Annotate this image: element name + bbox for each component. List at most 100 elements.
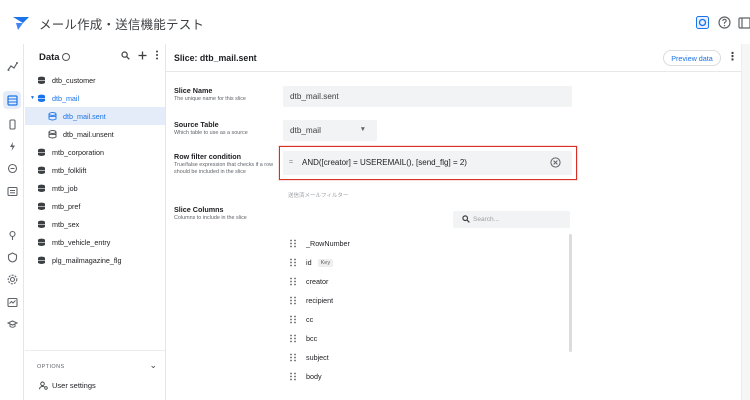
slice-name-description: The unique name for this slice (174, 96, 246, 102)
table-icon[interactable] (3, 91, 21, 109)
column-row[interactable]: cc (283, 310, 568, 329)
tree-item-label: mtb_job (52, 183, 78, 193)
drag-handle-icon[interactable] (289, 258, 297, 267)
tree-item-mtb-job[interactable]: mtb_job (25, 179, 165, 197)
action-icon[interactable] (3, 159, 21, 177)
column-name: creator (306, 277, 329, 286)
column-name: recipient (306, 296, 334, 305)
drag-handle-icon[interactable] (289, 372, 297, 381)
tree-item-label: mtb_folklift (52, 165, 87, 175)
appsheet-logo-icon[interactable] (12, 14, 30, 32)
slice-columns-list: _RowNumber id Key creator recipient cc b… (283, 234, 573, 400)
user-settings-icon (39, 381, 48, 390)
settings-icon[interactable] (3, 270, 21, 288)
slice-title: Slice: dtb_mail.sent (174, 53, 257, 63)
chevron-down-icon[interactable]: ⌄ (149, 360, 157, 371)
database-icon (38, 202, 45, 210)
tree-item-mtb-vehicle-entry[interactable]: mtb_vehicle_entry (25, 233, 165, 251)
source-table-select[interactable]: dtb_mail ▼ (283, 120, 377, 141)
app-window: メール作成・送信機能テスト Data dtb_customer ▼ dtb_ma… (0, 0, 750, 400)
database-icon (37, 94, 45, 102)
device-icon[interactable] (3, 115, 21, 133)
search-placeholder: Search... (473, 216, 500, 223)
editor-scrollbar[interactable] (741, 44, 750, 400)
top-bar: メール作成・送信機能テスト (0, 0, 750, 44)
slice-columns-label: Slice Columns (174, 205, 224, 214)
row-filter-highlight: = AND([creator] = USEREMAIL(), [send_flg… (279, 146, 577, 180)
info-icon[interactable] (61, 53, 70, 61)
user-settings-link[interactable]: User settings (39, 381, 96, 390)
tree-item-dtb-customer[interactable]: dtb_customer (25, 71, 165, 89)
column-row[interactable]: body (283, 367, 568, 386)
slice-name-label: Slice Name (174, 86, 213, 95)
help-icon[interactable] (715, 13, 733, 31)
column-name: id (306, 258, 312, 267)
expand-arrow-icon[interactable]: ▼ (30, 95, 35, 101)
dropdown-arrow-icon: ▼ (359, 126, 366, 133)
row-filter-label: Row filter condition (174, 152, 242, 161)
security-icon[interactable] (3, 226, 21, 244)
integrations-icon[interactable] (3, 248, 21, 266)
column-row[interactable]: recipient (283, 291, 568, 310)
options-label: OPTIONS (37, 364, 65, 370)
drag-handle-icon[interactable] (289, 296, 297, 305)
tree-item-mtb-sex[interactable]: mtb_sex (25, 215, 165, 233)
tree-item-mtb-corporation[interactable]: mtb_corporation (25, 143, 165, 161)
learn-icon[interactable] (3, 315, 21, 333)
drag-handle-icon[interactable] (289, 239, 297, 248)
drag-handle-icon[interactable] (289, 315, 297, 324)
tree-item-label: plg_mailmagazine_flg (52, 255, 122, 265)
preview-icon[interactable] (693, 13, 711, 31)
search-icon (462, 215, 470, 223)
clear-expression-icon[interactable] (550, 157, 561, 168)
tree-item-label: mtb_sex (52, 219, 80, 229)
column-row[interactable]: creator (283, 272, 568, 291)
data-panel-footer: OPTIONS ⌄ User settings (25, 350, 165, 400)
column-row[interactable]: _RowNumber (283, 234, 568, 253)
database-icon (38, 238, 45, 246)
preview-data-button[interactable]: Preview data (663, 50, 721, 66)
monitor-icon[interactable] (3, 293, 21, 311)
more-vert-icon[interactable]: ⋮ (727, 51, 738, 65)
column-row[interactable]: subject (283, 348, 568, 367)
columns-search-input[interactable]: Search... (453, 211, 570, 228)
column-name: subject (306, 353, 329, 362)
tree-item-dtb-mail-unsent[interactable]: dtb_mail.unsent (25, 125, 165, 143)
column-name: bcc (306, 334, 318, 343)
views-icon[interactable] (3, 182, 21, 200)
tree-item-label: mtb_vehicle_entry (52, 237, 111, 247)
tree-item-dtb-mail-sent[interactable]: dtb_mail.sent (25, 107, 165, 125)
row-filter-description: True/false expression that checks if a r… (174, 162, 273, 176)
drag-handle-icon[interactable] (289, 334, 297, 343)
data-icon[interactable] (3, 57, 21, 75)
tree-item-mtb-pref[interactable]: mtb_pref (25, 197, 165, 215)
data-panel: Data dtb_customer ▼ dtb_mail dtb_mail.se… (25, 44, 166, 400)
row-filter-hint: 送信済メールフィルター (288, 193, 349, 199)
left-nav-rail (0, 44, 24, 400)
tree-item-dtb-mail[interactable]: ▼ dtb_mail (25, 89, 165, 107)
source-table-value: dtb_mail (290, 126, 321, 135)
slice-icon (48, 129, 57, 138)
app-title: メール作成・送信機能テスト (39, 18, 205, 32)
automation-icon[interactable] (3, 137, 21, 155)
column-row[interactable]: bcc (283, 329, 568, 348)
search-icon[interactable] (121, 50, 130, 60)
drag-handle-icon[interactable] (289, 353, 297, 362)
column-row[interactable]: id Key (283, 253, 568, 272)
tree-item-label: dtb_mail.unsent (63, 129, 114, 139)
tree-item-mtb-folklift[interactable]: mtb_folklift (25, 161, 165, 179)
more-vert-icon[interactable] (155, 50, 159, 60)
user-settings-label: User settings (52, 381, 96, 390)
drag-handle-icon[interactable] (289, 277, 297, 286)
columns-scrollbar[interactable] (569, 234, 572, 352)
source-table-label: Source Table (174, 120, 219, 129)
slice-name-input[interactable]: dtb_mail.sent (283, 86, 572, 107)
tree-item-plg-mailmagazine-flg[interactable]: plg_mailmagazine_flg (25, 251, 165, 269)
row-filter-expression-input[interactable]: = AND([creator] = USEREMAIL(), [send_flg… (283, 151, 572, 175)
column-name: body (306, 372, 322, 381)
table-tree: dtb_customer ▼ dtb_mail dtb_mail.sent dt… (25, 71, 165, 269)
add-icon[interactable] (138, 51, 147, 60)
row-filter-expression: AND([creator] = USEREMAIL(), [send_flg] … (302, 158, 467, 167)
window-icon[interactable] (735, 13, 750, 31)
slice-editor-header: Slice: dtb_mail.sent Preview data ⋮ (166, 44, 750, 72)
